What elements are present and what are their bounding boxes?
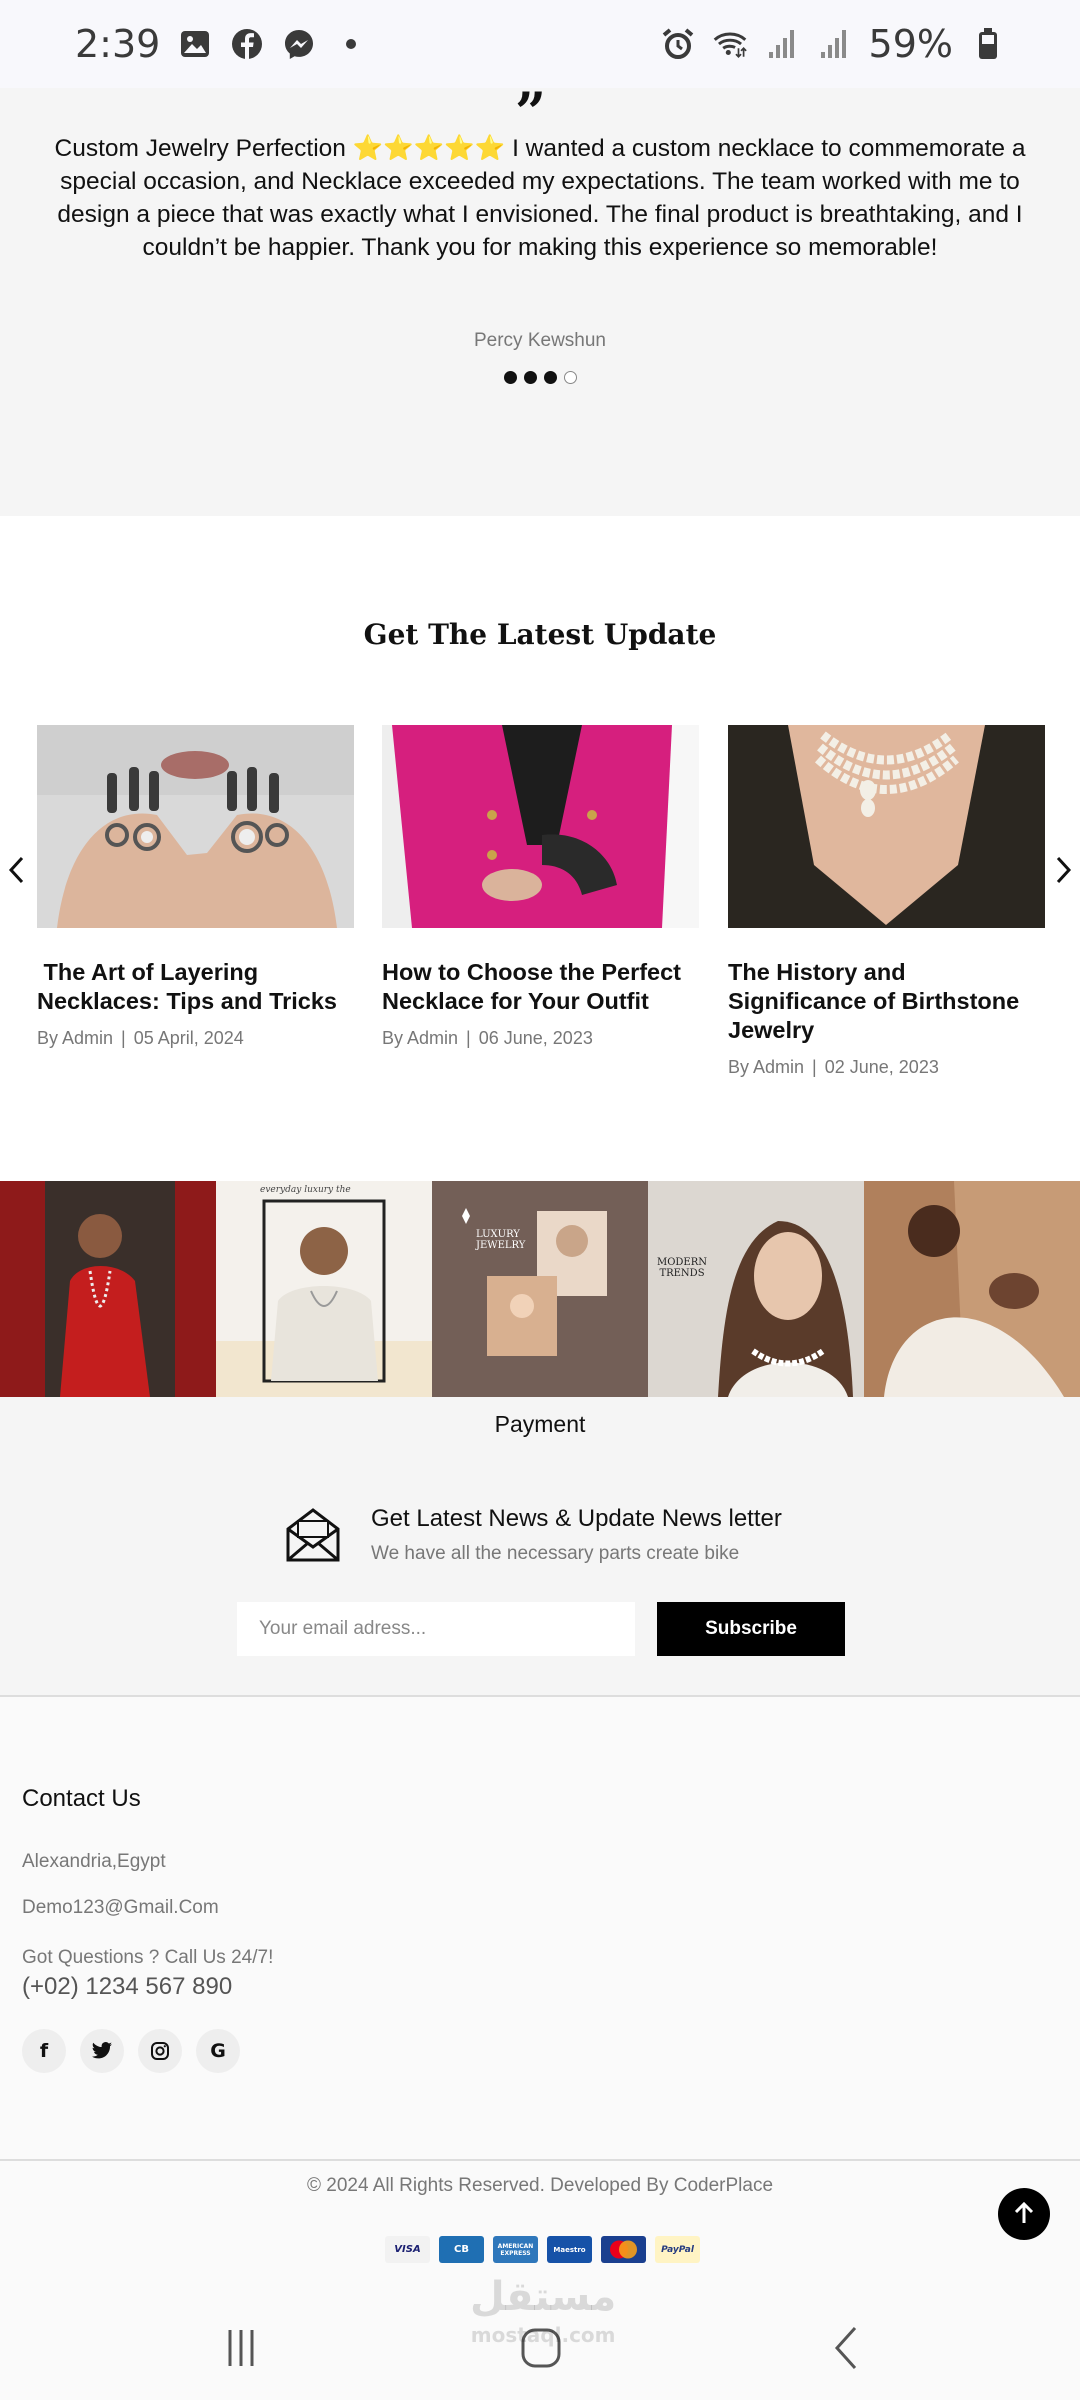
- payment-label: Payment: [494, 1411, 586, 1437]
- blog-image-pink-blazer[interactable]: [382, 725, 699, 928]
- carousel-dot[interactable]: [523, 371, 537, 384]
- status-bar-left: 2:39: [75, 22, 368, 66]
- blog-post-title[interactable]: How to Choose the Perfect Necklace for Y…: [382, 958, 699, 1016]
- testimonial-section: ” Custom Jewelry Perfection ⭐⭐⭐⭐⭐ I want…: [0, 80, 1080, 516]
- gallery-tile[interactable]: MODERN TRENDS: [648, 1181, 864, 1397]
- subscribe-button[interactable]: Subscribe: [657, 1602, 845, 1656]
- gallery-caption: everyday luxury the: [260, 1185, 351, 1195]
- blog-card[interactable]: How to Choose the Perfect Necklace for Y…: [382, 725, 699, 1049]
- carousel-dot[interactable]: [563, 371, 577, 384]
- contact-questions: Got Questions ? Call Us 24/7!: [22, 1947, 274, 1968]
- gallery-tile[interactable]: [0, 1181, 216, 1397]
- wifi-icon: [713, 27, 747, 61]
- signal-icon-2: [817, 27, 851, 61]
- mastercard-icon: [601, 2236, 646, 2263]
- facebook-icon: [230, 27, 264, 61]
- signal-icon: [765, 27, 799, 61]
- blog-card[interactable]: The History and Significance of Birthsto…: [728, 725, 1045, 1078]
- chevron-left-icon[interactable]: [6, 855, 28, 885]
- blog-post-date: 06 June, 2023: [478, 1028, 593, 1048]
- instagram-icon[interactable]: [138, 2029, 182, 2073]
- maestro-icon: Maestro: [547, 2236, 592, 2263]
- contact-phone[interactable]: (+02) 1234 567 890: [22, 1973, 232, 2001]
- cb-card-icon: CB: [439, 2236, 484, 2263]
- blog-post-meta: By Admin | 06 June, 2023: [382, 1028, 699, 1049]
- blog-section-title: Get The Latest Update: [363, 618, 717, 651]
- instagram-gallery: everyday luxury the LUXURY JEWELRY MODER…: [0, 1181, 1080, 1397]
- blog-post-meta: By Admin | 05 April, 2024: [37, 1028, 354, 1049]
- google-icon[interactable]: G: [196, 2029, 240, 2073]
- carousel-dot[interactable]: [503, 371, 517, 384]
- alarm-icon: [661, 27, 695, 61]
- email-input[interactable]: [237, 1602, 635, 1656]
- gallery-tile[interactable]: LUXURY JEWELRY: [432, 1181, 648, 1397]
- newsletter-subtitle: We have all the necessary parts create b…: [371, 1543, 740, 1564]
- meta-separator: |: [121, 1028, 126, 1048]
- gallery-tile[interactable]: [864, 1181, 1080, 1397]
- watermark-arabic: مستقل: [470, 2274, 617, 2320]
- watermark-latin: mostaql.com: [470, 2323, 616, 2347]
- contact-title: Contact Us: [22, 1785, 141, 1812]
- gallery-caption: MODERN TRENDS: [656, 1257, 708, 1279]
- blog-post-author: By Admin: [37, 1028, 114, 1048]
- carousel-dot-active[interactable]: [543, 371, 557, 384]
- twitter-icon[interactable]: [80, 2029, 124, 2073]
- gallery-tile[interactable]: everyday luxury the: [216, 1181, 432, 1397]
- status-time: 2:39: [75, 22, 161, 66]
- blog-post-date: 02 June, 2023: [824, 1057, 939, 1077]
- status-bar-right: 59%: [661, 22, 1005, 66]
- envelope-icon: [284, 1507, 342, 1563]
- blog-post-meta: By Admin | 02 June, 2023: [728, 1057, 1045, 1078]
- blog-post-date: 05 April, 2024: [133, 1028, 244, 1048]
- chevron-right-icon[interactable]: [1052, 855, 1074, 885]
- social-links: f G: [22, 2029, 240, 2073]
- messenger-icon: [282, 27, 316, 61]
- newsletter-title: Get Latest News & Update News letter: [371, 1505, 782, 1532]
- contact-address: Alexandria,Egypt: [22, 1851, 166, 1872]
- recent-apps-icon[interactable]: [211, 2323, 271, 2373]
- blog-image-pearl-necklace[interactable]: [728, 725, 1045, 928]
- carousel-dots: [0, 371, 1080, 384]
- gallery-icon: [178, 27, 212, 61]
- visa-icon: VISA: [385, 2236, 430, 2263]
- contact-email[interactable]: Demo123@Gmail.Com: [22, 1897, 219, 1919]
- testimonial-author: Percy Kewshun: [473, 330, 606, 351]
- watermark-logo: مستقل mostaql.com: [470, 2277, 616, 2354]
- meta-separator: |: [812, 1057, 817, 1077]
- battery-percent: 59%: [868, 22, 953, 66]
- blog-post-title[interactable]: The Art of Layering Necklaces: Tips and …: [37, 958, 354, 1016]
- newsletter-section: Payment Get Latest News & Update News le…: [0, 1397, 1080, 1697]
- payment-cards: VISA CB AMERICAN EXPRESS Maestro PayPal: [385, 2236, 700, 2263]
- paypal-icon: PayPal: [655, 2236, 700, 2263]
- blog-post-author: By Admin: [382, 1028, 459, 1048]
- battery-icon: [971, 27, 1005, 61]
- blog-post-author: By Admin: [728, 1057, 805, 1077]
- scroll-to-top-button[interactable]: [998, 2188, 1050, 2240]
- dot-icon: [334, 27, 368, 61]
- testimonial-text: Custom Jewelry Perfection ⭐⭐⭐⭐⭐ I wanted…: [54, 135, 1026, 261]
- blog-post-title[interactable]: The History and Significance of Birthsto…: [728, 958, 1045, 1045]
- copyright-text: © 2024 All Rights Reserved. Developed By…: [306, 2175, 774, 2196]
- back-icon[interactable]: [816, 2323, 876, 2373]
- contact-section: Contact Us Alexandria,Egypt Demo123@Gmai…: [0, 1697, 1080, 2161]
- blog-image-rings[interactable]: [37, 725, 354, 928]
- meta-separator: |: [466, 1028, 471, 1048]
- blog-card[interactable]: The Art of Layering Necklaces: Tips and …: [37, 725, 354, 1049]
- status-bar: 2:39 59%: [0, 0, 1080, 88]
- facebook-icon[interactable]: f: [22, 2029, 66, 2073]
- amex-icon: AMERICAN EXPRESS: [493, 2236, 538, 2263]
- gallery-caption: LUXURY JEWELRY: [476, 1229, 526, 1251]
